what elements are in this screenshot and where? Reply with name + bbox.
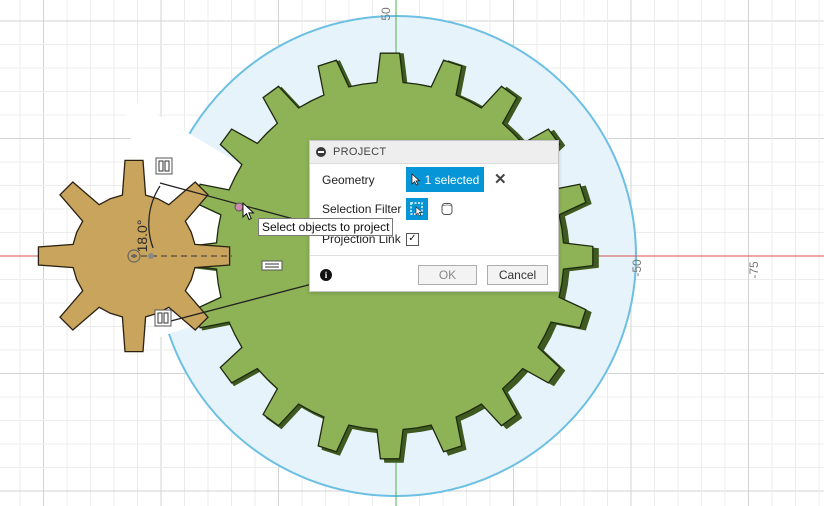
collapse-icon[interactable] <box>316 147 326 157</box>
clear-selection-icon[interactable]: ✕ <box>494 172 507 187</box>
selection-filter-label: Selection Filter <box>322 202 402 216</box>
cancel-button[interactable]: Cancel <box>487 265 548 285</box>
constraint-glyph-lower[interactable] <box>154 309 172 327</box>
dialog-divider <box>310 255 558 256</box>
geometry-label: Geometry <box>322 172 375 187</box>
projection-link-checkbox[interactable]: ✓ <box>406 232 419 246</box>
body-icon <box>441 203 453 215</box>
checkmark-icon: ✓ <box>408 233 417 244</box>
selection-filter-row: Selection Filter <box>322 198 458 220</box>
angle-dimension-label[interactable]: 18.0° <box>134 220 150 253</box>
ok-button[interactable]: OK <box>418 265 477 285</box>
arc-center-point[interactable] <box>148 253 154 259</box>
mouse-cursor-icon <box>242 202 255 221</box>
geometry-selection-button[interactable]: 1 selected <box>406 167 484 192</box>
geometry-row: Geometry 1 selected ✕ <box>322 167 507 192</box>
axis-label-top-50: 50 <box>379 7 393 21</box>
constraint-glyph-upper[interactable] <box>155 157 173 175</box>
dialog-header[interactable]: PROJECT <box>310 141 558 164</box>
axis-label-right-75: -75 <box>747 261 761 279</box>
specified-entities-filter-button[interactable] <box>406 198 428 220</box>
axis-label-right-50: -50 <box>630 259 644 277</box>
select-entities-icon <box>410 202 423 217</box>
bodies-filter-button[interactable] <box>436 198 458 220</box>
pointer-icon <box>411 173 421 186</box>
tooltip: Select objects to project <box>258 218 394 236</box>
info-icon[interactable]: i <box>320 269 332 281</box>
small-gear-center-dot <box>132 254 136 258</box>
geometry-selection-count: 1 selected <box>424 172 480 187</box>
project-dialog: PROJECT Geometry 1 selected ✕ Selection … <box>309 140 559 292</box>
dialog-title: PROJECT <box>333 146 387 158</box>
constraint-glyph-equal[interactable] <box>261 260 283 271</box>
